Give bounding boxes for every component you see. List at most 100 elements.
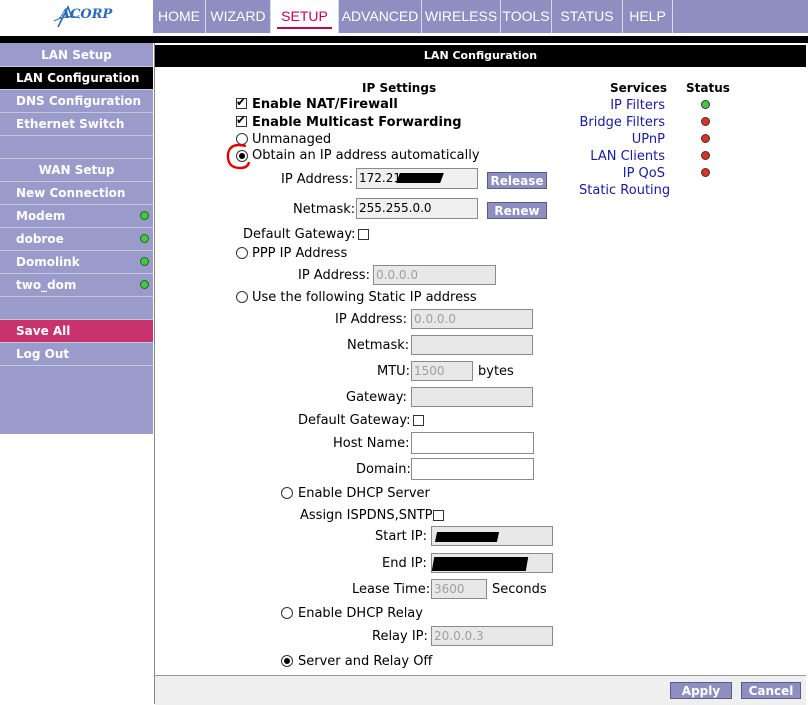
- static-ip-value: 0.0.0.0: [414, 312, 456, 326]
- cancel-button[interactable]: Cancel: [741, 682, 801, 699]
- log-out-button[interactable]: Log Out: [0, 343, 153, 366]
- enable-dhcp-server-radio[interactable]: [281, 487, 293, 499]
- auto-netmask-value: 255.255.0.0: [359, 201, 432, 215]
- lease-time-label: Lease Time:: [352, 582, 431, 597]
- status-dot-red-icon: [701, 134, 710, 143]
- lease-time-input[interactable]: 3600: [431, 579, 487, 599]
- acorp-logo[interactable]: ACORP: [50, 4, 112, 28]
- tab-wireless[interactable]: WIRELESS: [422, 0, 501, 33]
- host-name-label: Host Name:: [333, 436, 410, 451]
- sidebar-item-domolink[interactable]: Domolink: [0, 251, 153, 274]
- assign-ispdns-checkbox[interactable]: [433, 510, 444, 521]
- auto-netmask-input[interactable]: 255.255.0.0: [356, 198, 478, 219]
- mtu-value: 1500: [414, 364, 445, 378]
- tab-advanced[interactable]: ADVANCED: [339, 0, 422, 33]
- save-all-button[interactable]: Save All: [0, 320, 153, 343]
- obtain-auto-label: Obtain an IP address automatically: [252, 148, 480, 163]
- default-gateway-label: Default Gateway:: [243, 227, 356, 242]
- sidebar-spacer: [0, 136, 153, 159]
- sidebar-item-two-dom[interactable]: two_dom: [0, 274, 153, 297]
- static-default-gateway-label: Default Gateway:: [298, 413, 411, 428]
- static-ip-radio[interactable]: [236, 291, 248, 303]
- ppp-ip-value: 0.0.0.0: [376, 268, 418, 282]
- redaction-mark: [396, 173, 444, 183]
- ppp-ip-label: PPP IP Address: [252, 246, 348, 261]
- host-name-input[interactable]: [411, 432, 534, 454]
- status-dot-icon: [140, 257, 149, 266]
- service-link-upnp[interactable]: UPnP: [632, 132, 665, 147]
- enable-nat-checkbox[interactable]: [236, 95, 247, 109]
- status-dot-red-icon: [701, 168, 710, 177]
- tab-tools[interactable]: TOOLS: [501, 0, 552, 33]
- tab-wizard[interactable]: WIZARD: [206, 0, 271, 33]
- tab-help[interactable]: HELP: [623, 0, 673, 33]
- status-dot-icon: [140, 280, 149, 289]
- enable-multicast-label: Enable Multicast Forwarding: [252, 115, 462, 130]
- gateway-label: Gateway:: [346, 390, 407, 405]
- lease-time-value: 3600: [434, 582, 465, 596]
- status-header: Status: [686, 81, 730, 95]
- apply-button[interactable]: Apply: [670, 682, 732, 699]
- enable-dhcp-server-label: Enable DHCP Server: [298, 486, 430, 501]
- server-relay-off-radio[interactable]: [281, 655, 293, 667]
- mtu-label: MTU:: [377, 364, 411, 379]
- tab-status[interactable]: STATUS: [552, 0, 623, 33]
- highlight-circle-icon: [226, 143, 251, 170]
- static-ip-label: Use the following Static IP address: [252, 290, 477, 305]
- sidebar: LAN Setup LAN Configuration DNS Configur…: [0, 43, 153, 434]
- ppp-ip-input[interactable]: 0.0.0.0: [373, 265, 496, 285]
- enable-multicast-checkbox[interactable]: [236, 113, 247, 127]
- enable-nat-label: Enable NAT/Firewall: [252, 97, 398, 112]
- release-button[interactable]: Release: [487, 172, 547, 189]
- sidebar-header-wan-setup: WAN Setup: [0, 159, 153, 182]
- service-link-ip-filters[interactable]: IP Filters: [610, 98, 665, 113]
- status-dot-green-icon: [701, 100, 710, 109]
- service-link-bridge-filters[interactable]: Bridge Filters: [580, 115, 665, 130]
- mtu-input[interactable]: 1500: [411, 361, 473, 381]
- service-link-lan-clients[interactable]: LAN Clients: [590, 149, 665, 164]
- sidebar-item-ethernet-switch[interactable]: Ethernet Switch: [0, 113, 153, 136]
- sidebar-spacer: [0, 297, 153, 320]
- service-link-ip-qos[interactable]: IP QoS: [623, 166, 665, 181]
- default-gateway-checkbox[interactable]: [358, 229, 369, 240]
- ppp-ip-address-label: IP Address:: [298, 268, 370, 283]
- logo-text: ACORP: [60, 7, 113, 22]
- static-default-gateway-checkbox[interactable]: [413, 415, 424, 426]
- relay-ip-value: 20.0.0.3: [434, 629, 484, 643]
- ip-settings-title: IP Settings: [362, 81, 437, 95]
- service-link-static-routing[interactable]: Static Routing: [579, 183, 670, 198]
- enable-dhcp-relay-label: Enable DHCP Relay: [298, 606, 423, 621]
- status-dot-red-icon: [701, 151, 710, 160]
- sidebar-item-label: Domolink: [16, 255, 80, 269]
- status-dot-icon: [140, 211, 149, 220]
- lease-time-unit: Seconds: [492, 582, 547, 597]
- gateway-input[interactable]: [411, 387, 533, 407]
- ppp-ip-radio[interactable]: [236, 247, 248, 259]
- static-ip-address-label: IP Address:: [335, 312, 407, 327]
- relay-ip-input[interactable]: 20.0.0.3: [431, 626, 553, 646]
- top-navigation: HOME WIZARD SETUP ADVANCED WIRELESS TOOL…: [153, 0, 808, 33]
- sidebar-item-label: dobroe: [16, 232, 64, 246]
- sidebar-item-lan-configuration[interactable]: LAN Configuration: [0, 67, 153, 90]
- static-ip-input[interactable]: 0.0.0.0: [411, 309, 533, 329]
- sidebar-item-new-connection[interactable]: New Connection: [0, 182, 153, 205]
- start-ip-label: Start IP:: [375, 529, 427, 544]
- tab-home[interactable]: HOME: [153, 0, 206, 33]
- server-relay-off-label: Server and Relay Off: [298, 654, 433, 669]
- sidebar-item-dobroe[interactable]: dobroe: [0, 228, 153, 251]
- enable-dhcp-relay-radio[interactable]: [281, 607, 293, 619]
- relay-ip-label: Relay IP:: [372, 629, 428, 644]
- sidebar-item-modem[interactable]: Modem: [0, 205, 153, 228]
- mtu-unit: bytes: [478, 364, 514, 379]
- static-netmask-input[interactable]: [411, 335, 533, 355]
- end-ip-label: End IP:: [382, 556, 427, 571]
- assign-ispdns-label: Assign ISPDNS,SNTP: [300, 508, 433, 523]
- sidebar-item-dns-configuration[interactable]: DNS Configuration: [0, 90, 153, 113]
- header-bar: [0, 36, 808, 43]
- auto-ip-label: IP Address:: [281, 172, 353, 187]
- redaction-mark: [434, 532, 500, 542]
- domain-input[interactable]: [411, 458, 534, 480]
- renew-button[interactable]: Renew: [487, 202, 547, 219]
- status-dot-red-icon: [701, 117, 710, 126]
- tab-setup[interactable]: SETUP: [271, 0, 339, 33]
